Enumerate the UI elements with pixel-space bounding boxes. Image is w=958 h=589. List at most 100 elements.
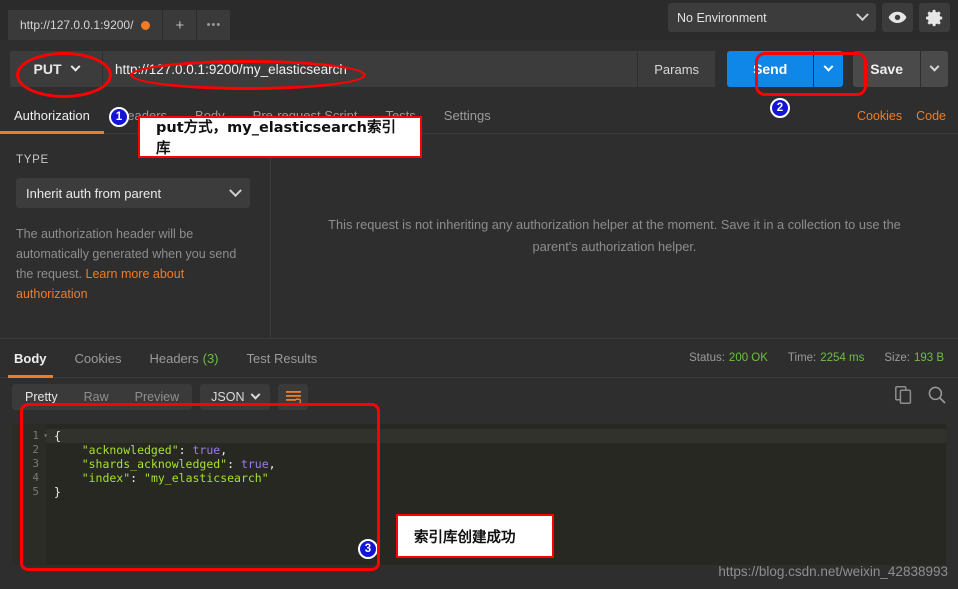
code-token: {	[54, 429, 61, 443]
top-bar: http://127.0.0.1:9200/ + ••• No Environm…	[0, 0, 958, 40]
code-token: "acknowledged"	[54, 443, 179, 457]
line-number: 2	[32, 443, 39, 456]
response-tab-test-results[interactable]: Test Results	[233, 338, 332, 378]
tab-settings[interactable]: Settings	[430, 98, 505, 134]
save-options-button[interactable]	[920, 51, 948, 87]
code-line: }	[46, 485, 946, 499]
more-tabs-button[interactable]: •••	[197, 10, 232, 40]
code-token: "index"	[54, 471, 131, 485]
code-token: :	[178, 443, 193, 457]
text-wrap-icon-svg	[285, 390, 301, 404]
code-token: ,	[220, 443, 228, 457]
watermark: https://blog.csdn.net/weixin_42838993	[718, 564, 948, 579]
response-toolbar-actions	[895, 385, 946, 409]
params-button[interactable]: Params	[637, 51, 716, 87]
request-tab-label: http://127.0.0.1:9200/	[20, 18, 134, 32]
response-tab-body[interactable]: Body	[0, 338, 61, 378]
annotation-note-1: put方式，my_elasticsearch索引库	[138, 116, 422, 158]
environment-area: No Environment	[668, 0, 958, 40]
http-method-label: PUT	[33, 61, 62, 77]
eye-icon[interactable]	[882, 3, 913, 32]
search-icon[interactable]	[928, 386, 946, 409]
line-number: 4	[32, 471, 39, 484]
send-button[interactable]: Send	[727, 51, 814, 87]
auth-panel-message: This request is not inheriting any autho…	[328, 217, 901, 254]
time-value: 2254 ms	[820, 352, 865, 364]
response-tab-headers[interactable]: Headers (3)	[135, 338, 232, 378]
code-token: true	[192, 443, 221, 457]
request-right-links: Cookies Code	[857, 109, 958, 123]
size-meta: Size: 193 B	[884, 352, 944, 364]
response-format-select[interactable]: JSON	[200, 384, 271, 410]
code-token: :	[130, 471, 145, 485]
auth-type-value: Inherit auth from parent	[26, 185, 162, 201]
size-value: 193 B	[913, 352, 944, 364]
code-token: "my_elasticsearch"	[144, 471, 269, 485]
eye-icon-svg	[888, 11, 907, 23]
code-line: {	[46, 429, 946, 443]
request-tab[interactable]: http://127.0.0.1:9200/	[8, 10, 164, 40]
request-url-row: PUT http://127.0.0.1:9200/my_elasticsear…	[0, 40, 958, 98]
time-label: Time:	[787, 352, 817, 364]
unsaved-dot-icon	[141, 20, 151, 30]
view-raw-button[interactable]: Raw	[71, 384, 122, 410]
request-tab-strip: http://127.0.0.1:9200/ + •••	[0, 0, 232, 40]
chevron-down-icon	[70, 61, 80, 72]
size-label: Size:	[884, 352, 910, 364]
gear-icon-svg	[925, 9, 942, 26]
line-number: 3	[32, 457, 39, 470]
authorization-left-column: TYPE Inherit auth from parent The author…	[0, 134, 271, 338]
auth-type-select[interactable]: Inherit auth from parent	[16, 178, 250, 208]
code-link[interactable]: Code	[916, 109, 946, 123]
authorization-right-column: This request is not inheriting any autho…	[271, 134, 958, 338]
environment-select[interactable]: No Environment	[668, 3, 876, 32]
annotation-badge-2: 2	[770, 98, 790, 118]
chevron-down-icon	[856, 8, 869, 22]
chevron-down-icon	[229, 183, 242, 197]
save-button[interactable]: Save	[853, 51, 920, 87]
gear-icon[interactable]	[919, 3, 950, 32]
view-preview-button[interactable]: Preview	[122, 384, 192, 410]
status-meta: Status: 200 OK	[689, 352, 768, 364]
send-options-button[interactable]	[813, 51, 844, 87]
line-number: 5	[32, 485, 39, 498]
code-token: ,	[268, 457, 276, 471]
code-token: true	[240, 457, 269, 471]
chevron-down-icon	[929, 61, 940, 72]
annotation-badge-3: 3	[358, 539, 378, 559]
code-line: "index": "my_elasticsearch"	[46, 471, 946, 485]
url-input[interactable]: http://127.0.0.1:9200/my_elasticsearch	[102, 51, 638, 87]
status-badge: 200 OK	[728, 352, 768, 364]
code-token: :	[227, 457, 241, 471]
environment-selected-label: No Environment	[677, 10, 767, 25]
code-line: "shards_acknowledged": true,	[46, 457, 946, 471]
chevron-down-icon	[251, 389, 261, 400]
authorization-panel: TYPE Inherit auth from parent The author…	[0, 134, 958, 338]
response-view-segmented-control: Pretty Raw Preview	[12, 384, 193, 410]
postman-window: http://127.0.0.1:9200/ + ••• No Environm…	[0, 0, 958, 589]
editor-gutter: 1 2 3 4 5	[12, 424, 48, 565]
send-button-group: Send	[727, 51, 844, 87]
tab-authorization[interactable]: Authorization	[0, 98, 104, 134]
code-line: "acknowledged": true,	[46, 443, 946, 457]
response-tab-headers-label: Headers	[149, 350, 199, 366]
response-tab-cookies[interactable]: Cookies	[61, 338, 136, 378]
new-tab-button[interactable]: +	[163, 10, 198, 40]
chevron-down-icon	[823, 61, 834, 72]
text-wrap-icon[interactable]	[278, 384, 309, 410]
response-toolbar: Pretty Raw Preview JSON	[0, 378, 958, 416]
response-meta: Status: 200 OK Time: 2254 ms Size: 193 B	[689, 352, 958, 364]
annotation-badge-1: 1	[109, 107, 129, 127]
response-tabs: Body Cookies Headers (3) Test Results St…	[0, 338, 958, 378]
auth-help-text: The authorization header will be automat…	[16, 224, 244, 304]
view-pretty-button[interactable]: Pretty	[12, 384, 71, 410]
copy-icon-svg	[895, 385, 912, 404]
status-label: Status:	[689, 352, 725, 364]
response-headers-count: (3)	[202, 350, 219, 366]
http-method-select[interactable]: PUT	[10, 51, 102, 87]
code-token: }	[54, 485, 61, 499]
annotation-note-2: 索引库创建成功	[396, 514, 554, 558]
response-format-label: JSON	[211, 390, 245, 404]
cookies-link[interactable]: Cookies	[857, 109, 902, 123]
copy-icon[interactable]	[895, 385, 912, 409]
